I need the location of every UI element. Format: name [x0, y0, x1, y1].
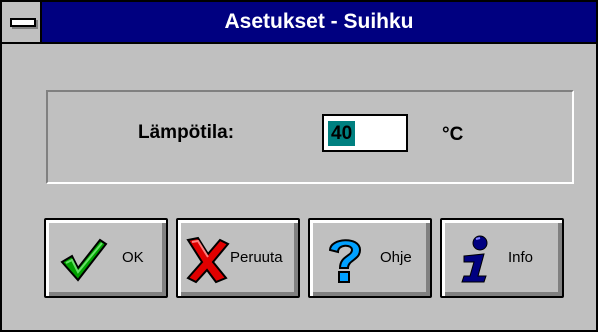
cancel-button[interactable]: Peruuta — [176, 218, 300, 298]
ok-button-label: OK — [122, 249, 144, 266]
system-menu-button[interactable] — [2, 2, 42, 42]
help-button-label: Ohje — [380, 249, 412, 266]
help-button[interactable]: Ohje — [308, 218, 432, 298]
system-menu-icon — [10, 18, 36, 27]
info-icon — [461, 235, 488, 283]
question-icon — [328, 239, 362, 283]
title-bar: Asetukset - Suihku — [2, 2, 596, 44]
temperature-input[interactable]: 40 — [322, 114, 408, 152]
cancel-button-label: Peruuta — [230, 249, 283, 266]
temperature-unit: °C — [442, 124, 464, 145]
temperature-value: 40 — [328, 121, 356, 146]
info-button[interactable]: Info — [440, 218, 564, 298]
info-button-label: Info — [508, 249, 534, 266]
checkmark-icon — [60, 238, 108, 282]
settings-dialog: Asetukset - Suihku Lämpötila: 40 °C OK P… — [0, 0, 598, 332]
temperature-panel: Lämpötila: 40 °C — [46, 90, 574, 184]
temperature-label: Lämpötila: — [138, 122, 235, 143]
window-title: Asetukset - Suihku — [224, 10, 414, 33]
ok-button[interactable]: OK — [44, 218, 168, 298]
x-icon — [186, 236, 230, 284]
